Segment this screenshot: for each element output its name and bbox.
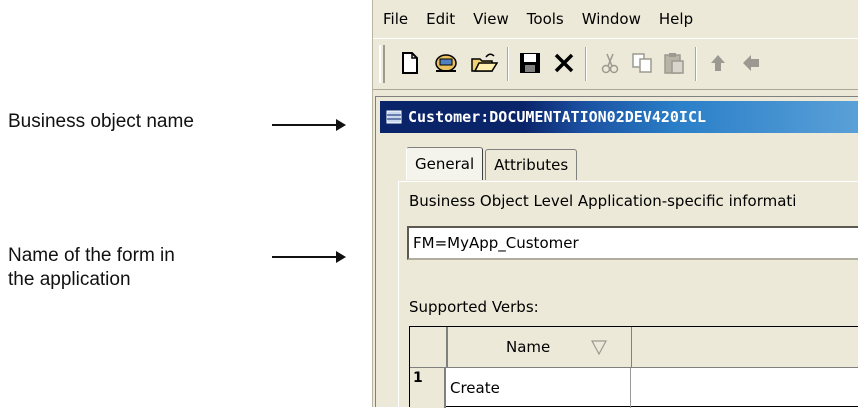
general-panel: Business Object Level Application-specif… xyxy=(398,181,858,408)
cut-icon[interactable] xyxy=(595,48,625,78)
sort-triangle-icon[interactable] xyxy=(590,338,608,356)
toolbar-separator xyxy=(695,47,697,81)
supported-verbs-label: Supported Verbs: xyxy=(409,298,539,316)
callout-form-name-line2: the application xyxy=(8,269,131,290)
table-icon xyxy=(386,110,402,124)
menu-file[interactable]: File xyxy=(383,10,408,28)
delete-icon[interactable] xyxy=(549,48,579,78)
tab-attributes[interactable]: Attributes xyxy=(485,149,578,180)
connect-icon[interactable] xyxy=(431,48,461,78)
callout-form-name: Name of the form in the application xyxy=(8,244,175,292)
move-up-icon[interactable] xyxy=(703,48,733,78)
menu-help[interactable]: Help xyxy=(659,10,693,28)
row-number[interactable]: 1 xyxy=(410,368,446,408)
menu-window[interactable]: Window xyxy=(582,10,641,28)
open-folder-icon[interactable] xyxy=(469,48,499,78)
application-window: File Edit View Tools Window Help Custome… xyxy=(372,0,858,408)
business-object-name: Customer:DOCUMENTATION02DEV420ICL xyxy=(408,108,707,126)
menu-view[interactable]: View xyxy=(473,10,509,28)
verb-name-cell[interactable]: Create xyxy=(448,368,631,408)
column-header-name[interactable]: Name xyxy=(448,327,632,368)
grid-corner-header[interactable] xyxy=(410,327,448,368)
menu-edit[interactable]: Edit xyxy=(426,10,455,28)
supported-verbs-grid: Name 1 Create xyxy=(409,326,858,408)
menu-bar: File Edit View Tools Window Help xyxy=(373,0,858,38)
save-icon[interactable] xyxy=(515,48,545,78)
copy-icon[interactable] xyxy=(627,48,657,78)
asi-input[interactable]: FM=MyApp_Customer xyxy=(407,226,858,260)
tab-general[interactable]: General xyxy=(406,147,484,180)
callout-form-name-line1: Name of the form in xyxy=(8,245,175,266)
grid-header-filler xyxy=(632,327,858,368)
callout-arrow-business-object xyxy=(272,119,346,131)
callout-arrow-form-name xyxy=(272,251,346,263)
move-down-icon[interactable] xyxy=(735,48,765,78)
new-document-icon[interactable] xyxy=(395,48,425,78)
menu-tools[interactable]: Tools xyxy=(527,10,564,28)
asi-label: Business Object Level Application-specif… xyxy=(409,192,797,210)
window-title-bar[interactable]: Customer:DOCUMENTATION02DEV420ICL xyxy=(380,101,858,133)
toolbar xyxy=(373,38,858,90)
toolbar-separator xyxy=(585,47,587,81)
column-header-name-label: Name xyxy=(506,338,551,356)
toolbar-grip[interactable] xyxy=(379,45,385,83)
paste-icon[interactable] xyxy=(659,48,689,78)
tab-strip: General Attributes xyxy=(406,147,579,181)
toolbar-separator xyxy=(507,47,509,81)
business-object-window: Customer:DOCUMENTATION02DEV420ICL Genera… xyxy=(375,96,858,408)
callout-business-object-name: Business object name xyxy=(8,111,194,132)
